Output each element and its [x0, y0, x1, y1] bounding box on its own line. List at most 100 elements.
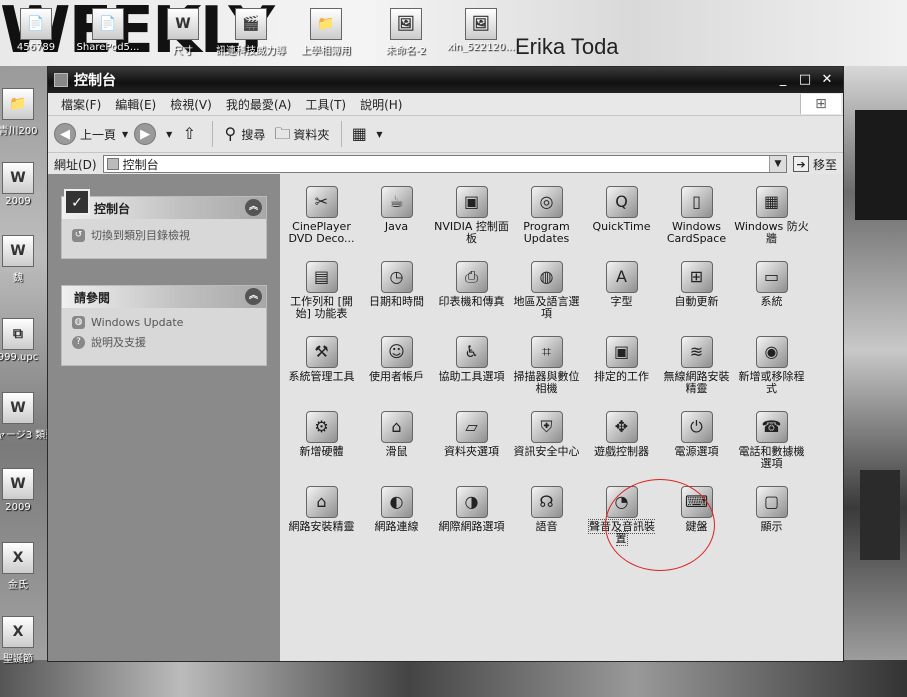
control-panel-item-label: 日期和時間 — [369, 295, 424, 308]
control-panel-item[interactable]: ◍ 地區及語言選項 — [509, 255, 584, 330]
desktop-icon[interactable]: W魏 — [0, 235, 50, 284]
control-panel-item[interactable]: ▣ NVIDIA 控制面板 — [434, 180, 509, 255]
control-panel-item[interactable]: ☕ Java — [359, 180, 434, 255]
collapse-chevron-icon[interactable]: ︽ — [245, 199, 262, 216]
control-panel-item-label: 網路連線 — [374, 520, 419, 533]
desktop-icon[interactable]: ⧉ 999.upc — [0, 318, 50, 363]
control-panel-item[interactable]: ▱ 資料夾選項 — [434, 405, 509, 480]
control-panel-item-label: Windows 防火牆 — [734, 220, 809, 245]
desktop-icon[interactable]: W 2009 — [0, 162, 50, 207]
menu-tools[interactable]: 工具(T) — [298, 96, 353, 113]
desktop-icon[interactable]: W チャージ3 類型武 — [0, 392, 50, 441]
control-panel-item[interactable]: ⚒ 系統管理工具 — [284, 330, 359, 405]
menu-edit[interactable]: 編輯(E) — [108, 96, 163, 113]
file-icon: ⧉ — [2, 318, 34, 350]
windows-update-icon: ◍ — [72, 316, 85, 329]
desktop-icon[interactable]: X 金氏 — [0, 542, 50, 591]
desktop-icon-label: 上學相簿用 — [301, 46, 351, 57]
control-panel-item[interactable]: ⌂ 網路安裝精靈 — [284, 480, 359, 555]
control-panel-item-label: Program Updates — [523, 220, 570, 245]
control-panel-item[interactable]: ☎ 電話和數據機選項 — [734, 405, 809, 480]
desktop-icon[interactable]: 📄 456789 — [0, 8, 72, 53]
switch-category-view-link[interactable]: ↺ 切換到類別目錄檢視 — [72, 227, 256, 243]
control-panel-item[interactable]: A 字型 — [584, 255, 659, 330]
search-button-label: 搜尋 — [241, 127, 266, 142]
control-panel-item[interactable]: ⚙ 新增硬體 — [284, 405, 359, 480]
desktop-icon[interactable]: 🖼 xin_522120... — [445, 8, 517, 53]
control-panel-item[interactable]: ≋ 無線網路安裝精靈 — [659, 330, 734, 405]
control-panel-item[interactable]: ⌨ 鍵盤 — [659, 480, 734, 555]
desktop-icon-label: 金氏 — [8, 580, 28, 591]
desktop-icon[interactable]: X 聖誕節 — [0, 616, 50, 665]
control-panel-item[interactable]: ▭ 系統 — [734, 255, 809, 330]
control-panel-item[interactable]: ♿ 協助工具選項 — [434, 330, 509, 405]
help-support-link[interactable]: ? 說明及支援 — [72, 334, 256, 350]
views-button[interactable]: ▦ ▼ — [348, 123, 383, 145]
go-button[interactable]: ➔ 移至 — [792, 156, 837, 173]
address-value: 控制台 — [122, 157, 159, 172]
wallpaper-name-text: Erika Toda — [515, 34, 619, 59]
menu-file[interactable]: 檔案(F) — [54, 96, 108, 113]
desktop-icon[interactable]: W 尺寸 — [147, 8, 219, 57]
control-panel-item[interactable]: ☺ 使用者帳戶 — [359, 330, 434, 405]
desktop-icon[interactable]: 📄 SharePod5... — [72, 8, 144, 53]
control-panel-item-label: NVIDIA 控制面板 — [434, 220, 509, 245]
wallpaper-bottom — [0, 660, 907, 697]
control-panel-item[interactable]: ⎙ 印表機和傳真 — [434, 255, 509, 330]
forward-dropdown-icon[interactable]: ▼ — [166, 130, 172, 139]
desktop-icon[interactable]: 🖼 未命名-2 — [370, 8, 442, 57]
control-panel-item[interactable]: ▯ Windows CardSpace — [659, 180, 734, 255]
control-panel-icon: ✓ — [64, 189, 90, 215]
menu-favorites[interactable]: 我的最愛(A) — [219, 96, 299, 113]
control-panel-item-label: 資料夾選項 — [444, 445, 499, 458]
control-panel-item[interactable]: ◷ 日期和時間 — [359, 255, 434, 330]
control-panel-item[interactable]: ◔ 聲音及音訊裝置 — [584, 480, 659, 555]
desktop-icon[interactable]: 🎬 訊連科技威力導 — [215, 8, 287, 57]
menu-view[interactable]: 檢視(V) — [163, 96, 219, 113]
control-panel-item[interactable]: ◐ 網路連線 — [359, 480, 434, 555]
folders-button[interactable]: 🗀 資料夾 — [271, 123, 329, 145]
control-panel-item[interactable]: Q QuickTime — [584, 180, 659, 255]
close-button[interactable]: ✕ — [817, 71, 837, 89]
control-panel-item[interactable]: ◎ Program Updates — [509, 180, 584, 255]
address-field[interactable]: 控制台 ▼ — [102, 155, 787, 173]
sound-icon: ◔ — [605, 486, 638, 518]
control-panel-item[interactable]: ◑ 網際網路選項 — [434, 480, 509, 555]
control-panel-item[interactable]: ⌂ 滑鼠 — [359, 405, 434, 480]
desktop-icon[interactable]: 📁 青川200 — [0, 88, 50, 137]
see-also-header[interactable]: 請參閱 ︽ — [62, 286, 266, 308]
collapse-chevron-icon[interactable]: ︽ — [245, 288, 262, 305]
control-panel-item[interactable]: ✥ 遊戲控制器 — [584, 405, 659, 480]
search-button[interactable]: ⚲ 搜尋 — [219, 123, 265, 145]
back-dropdown-icon[interactable]: ▼ — [122, 130, 128, 139]
windows-update-link[interactable]: ◍ Windows Update — [72, 316, 256, 329]
task-panel-header[interactable]: ✓ 控制台 ︽ — [62, 189, 266, 219]
views-dropdown-icon[interactable]: ▼ — [376, 130, 382, 139]
title-bar[interactable]: 控制台 _ □ ✕ — [48, 67, 843, 93]
up-folder-button[interactable]: ⇧ — [178, 123, 200, 145]
control-panel-item[interactable]: ⊞ 自動更新 — [659, 255, 734, 330]
forward-button[interactable]: ▶ ▼ — [134, 123, 172, 145]
control-panel-item-label: CinePlayer DVD Deco... — [288, 220, 355, 245]
control-panel-item[interactable]: ⌗ 掃描器與數位相機 — [509, 330, 584, 405]
file-icon: W — [2, 468, 34, 500]
control-panel-item[interactable]: ⛨ 資訊安全中心 — [509, 405, 584, 480]
maximize-button[interactable]: □ — [795, 71, 815, 89]
control-panel-item[interactable]: ✂ CinePlayer DVD Deco... — [284, 180, 359, 255]
back-button[interactable]: ◀ 上一頁 ▼ — [54, 123, 128, 145]
menu-help[interactable]: 說明(H) — [353, 96, 409, 113]
nvidia-icon: ▣ — [455, 186, 488, 218]
folders-icon: 🗀 — [274, 124, 291, 143]
desktop-icon[interactable]: W 2009 — [0, 468, 50, 513]
desktop-icon[interactable]: 📁 上學相簿用 — [290, 8, 362, 57]
content-pane: ✂ CinePlayer DVD Deco... ☕ Java ▣ NVIDIA 控制面板… — [280, 174, 843, 661]
control-panel-item[interactable]: ⏻ 電源選項 — [659, 405, 734, 480]
control-panel-item[interactable]: ▤ 工作列和 [開始] 功能表 — [284, 255, 359, 330]
minimize-button[interactable]: _ — [773, 71, 793, 89]
control-panel-item[interactable]: ▣ 排定的工作 — [584, 330, 659, 405]
control-panel-item[interactable]: ▢ 顯示 — [734, 480, 809, 555]
address-dropdown-icon[interactable]: ▼ — [768, 156, 786, 172]
control-panel-item[interactable]: ☊ 語音 — [509, 480, 584, 555]
control-panel-item[interactable]: ▦ Windows 防火牆 — [734, 180, 809, 255]
control-panel-item[interactable]: ◉ 新增或移除程式 — [734, 330, 809, 405]
